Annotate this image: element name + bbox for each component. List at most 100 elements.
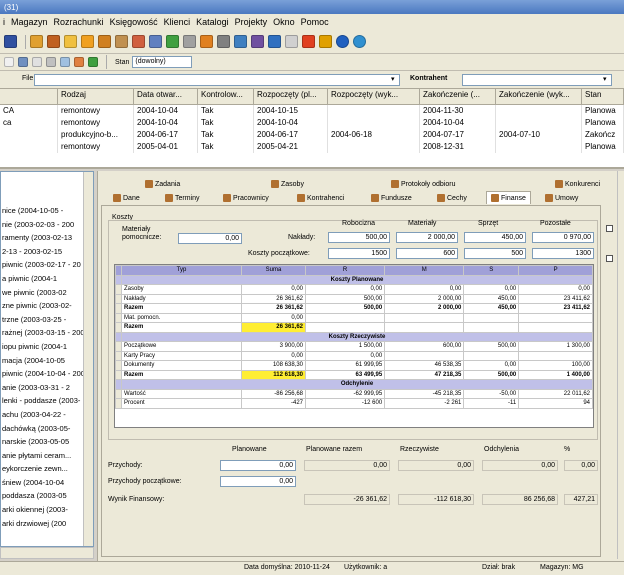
bag-icon[interactable]: [115, 35, 128, 48]
tree-item[interactable]: arki drzwiowej (200: [1, 519, 93, 533]
notebook-icon[interactable]: [149, 35, 162, 48]
section-row[interactable]: Odchylenie: [115, 379, 593, 390]
grid-header-cell[interactable]: Zakończenie (wyk...: [496, 89, 582, 105]
table-row[interactable]: Początkowe 3 900,00 1 500,00 600,00 500,00 1 …: [115, 341, 593, 352]
option-checkbox[interactable]: [606, 255, 613, 262]
menu-item-file[interactable]: i: [0, 17, 8, 27]
materialy-pomocnicze-input[interactable]: 0,00: [178, 233, 242, 244]
dropdown-icon[interactable]: [4, 35, 17, 48]
tree-item[interactable]: piwnic (2004-10-04 - 200: [1, 369, 93, 383]
star-icon[interactable]: [319, 35, 332, 48]
menu-item-okno[interactable]: Okno: [270, 17, 298, 27]
menu-item-rozrachunki[interactable]: Rozrachunki: [51, 17, 107, 27]
pencil-icon[interactable]: [166, 35, 179, 48]
new-icon[interactable]: [4, 57, 14, 67]
table-row[interactable]: CA remontowy 2004-10-04 Tak 2004-10-15 2004-1…: [0, 105, 624, 117]
option-checkbox[interactable]: [606, 225, 613, 232]
save-icon[interactable]: [18, 57, 28, 67]
kp-pozostale-input[interactable]: 1300: [532, 248, 594, 259]
help-icon[interactable]: [336, 35, 349, 48]
przychody-planowane-input[interactable]: 0,00: [220, 460, 296, 471]
kontrahent-select[interactable]: [462, 74, 612, 86]
grid-header-cell[interactable]: Kontrolow...: [198, 89, 254, 105]
przychody-poczatkowe-input[interactable]: 0,00: [220, 476, 296, 487]
tree-item[interactable]: a piwnic (2004-1: [1, 274, 93, 288]
tree-item[interactable]: rażnej (2003-03-15 - 2003: [1, 328, 93, 342]
project-filter-input[interactable]: [34, 74, 400, 86]
tree-item[interactable]: śniew (2004-10-04: [1, 478, 93, 492]
table-row[interactable]: Razem 26 361,62: [115, 322, 593, 333]
tab-zasoby[interactable]: Zasoby: [268, 179, 307, 189]
section-row[interactable]: Koszty Rzeczywiste: [115, 331, 593, 342]
menu-item-pomoc[interactable]: Pomoc: [298, 17, 332, 27]
naklady-robocizna-input[interactable]: 500,00: [328, 232, 390, 243]
stan-select[interactable]: (dowolny): [132, 56, 193, 68]
tree-item[interactable]: iopu piwnic (2004-1: [1, 342, 93, 356]
menu-item-magazyn[interactable]: Magazyn: [8, 17, 51, 27]
grid-header-cell[interactable]: Rozpoczęty (wyk...: [328, 89, 420, 105]
people-icon[interactable]: [132, 35, 145, 48]
tree-item[interactable]: nie (2003-02-03 - 200: [1, 220, 93, 234]
box-icon[interactable]: [47, 35, 60, 48]
tree-item[interactable]: piwnic (2003-02-17 - 20: [1, 260, 93, 274]
folder-icon[interactable]: [64, 35, 77, 48]
grid-header-cell[interactable]: Data otwar...: [134, 89, 198, 105]
table-row[interactable]: ca remontowy 2004-10-04 Tak 2004-10-04 2004-1…: [0, 117, 624, 129]
tree-item[interactable]: anie (2003-03-31 - 2: [1, 383, 93, 397]
tab-dane[interactable]: Dane: [110, 193, 143, 203]
kp-materialy-input[interactable]: 600: [396, 248, 458, 259]
tree-item[interactable]: lenki - poddasze (2003-: [1, 396, 93, 410]
tree-item[interactable]: we piwnic (2003-02: [1, 288, 93, 302]
key-icon[interactable]: [98, 35, 111, 48]
filter-icon[interactable]: [60, 57, 70, 67]
panel-scrollbar[interactable]: [617, 171, 624, 559]
chevron-down-icon[interactable]: ▾: [603, 75, 607, 83]
menu-item-projekty[interactable]: Projekty: [232, 17, 271, 27]
tool-icon[interactable]: [217, 35, 230, 48]
tree-item[interactable]: zne piwnic (2003-02-: [1, 301, 93, 315]
tab-fundusze[interactable]: Fundusze: [368, 193, 415, 203]
kp-sprzet-input[interactable]: 500: [464, 248, 526, 259]
table-row[interactable]: Wartość -86 256,68 -62 999,95 -45 218,35 -50…: [115, 388, 593, 399]
web-icon[interactable]: [353, 35, 366, 48]
shield-icon[interactable]: [200, 35, 213, 48]
copy-icon[interactable]: [32, 57, 42, 67]
sheet-icon[interactable]: [285, 35, 298, 48]
pen-icon[interactable]: [302, 35, 315, 48]
tree-item[interactable]: ramenty (2003-02-13: [1, 233, 93, 247]
tab-terminy[interactable]: Terminy: [162, 193, 203, 203]
menu-item-klienci[interactable]: Klienci: [161, 17, 194, 27]
calendar-icon[interactable]: [251, 35, 264, 48]
menu-item-ksiegowosc[interactable]: Księgowość: [107, 17, 161, 27]
table-row[interactable]: Procent -427 -12 600 -2 261 -11 94: [115, 398, 593, 409]
table-row[interactable]: Karty Pracy 0,00 0,00: [115, 350, 593, 361]
tab-cechy[interactable]: Cechy: [434, 193, 470, 203]
tab-konkurenci[interactable]: Konkurenci: [552, 179, 603, 189]
table-row[interactable]: Nakłady 26 361,62 500,00 2 000,00 450,00 23 4…: [115, 293, 593, 304]
tree-scrollbar[interactable]: [83, 172, 93, 546]
tab-kontrahenci[interactable]: Kontrahenci: [294, 193, 347, 203]
tree-item[interactable]: arki okiennej (2003-: [1, 505, 93, 519]
paste-icon[interactable]: [46, 57, 56, 67]
table-row[interactable]: Dokumenty 108 638,30 61 999,95 46 538,35 0,0…: [115, 360, 593, 371]
grid-header-cell[interactable]: Rodzaj: [58, 89, 134, 105]
grid-header-cell[interactable]: [0, 89, 58, 105]
naklady-pozostale-input[interactable]: 0 970,00: [532, 232, 594, 243]
tab-protokoly[interactable]: Protokoły odbioru: [388, 179, 458, 189]
grid-header-cell[interactable]: Zakończenie (...: [420, 89, 496, 105]
network-icon[interactable]: [268, 35, 281, 48]
tree-item[interactable]: macja (2004-10-05: [1, 356, 93, 370]
funnel-icon[interactable]: [183, 35, 196, 48]
tab-umowy[interactable]: Umowy: [542, 193, 581, 203]
user-icon[interactable]: [81, 35, 94, 48]
tree-item[interactable]: poddasza (2003-05: [1, 491, 93, 505]
kp-robocizna-input[interactable]: 1500: [328, 248, 390, 259]
tree-item[interactable]: 2-13 - 2003-02-15: [1, 247, 93, 261]
tree-item[interactable]: eykorczenie zewn...: [1, 464, 93, 478]
tree-item[interactable]: nice (2004-10-05 -: [1, 206, 93, 220]
tree-item[interactable]: anie płytami ceram...: [1, 451, 93, 465]
tab-zadania[interactable]: Zadania: [142, 179, 183, 189]
naklady-sprzet-input[interactable]: 450,00: [464, 232, 526, 243]
tree-item[interactable]: trzne (2003-03-25 -: [1, 315, 93, 329]
tree-item[interactable]: achu (2003-04-22 -: [1, 410, 93, 424]
